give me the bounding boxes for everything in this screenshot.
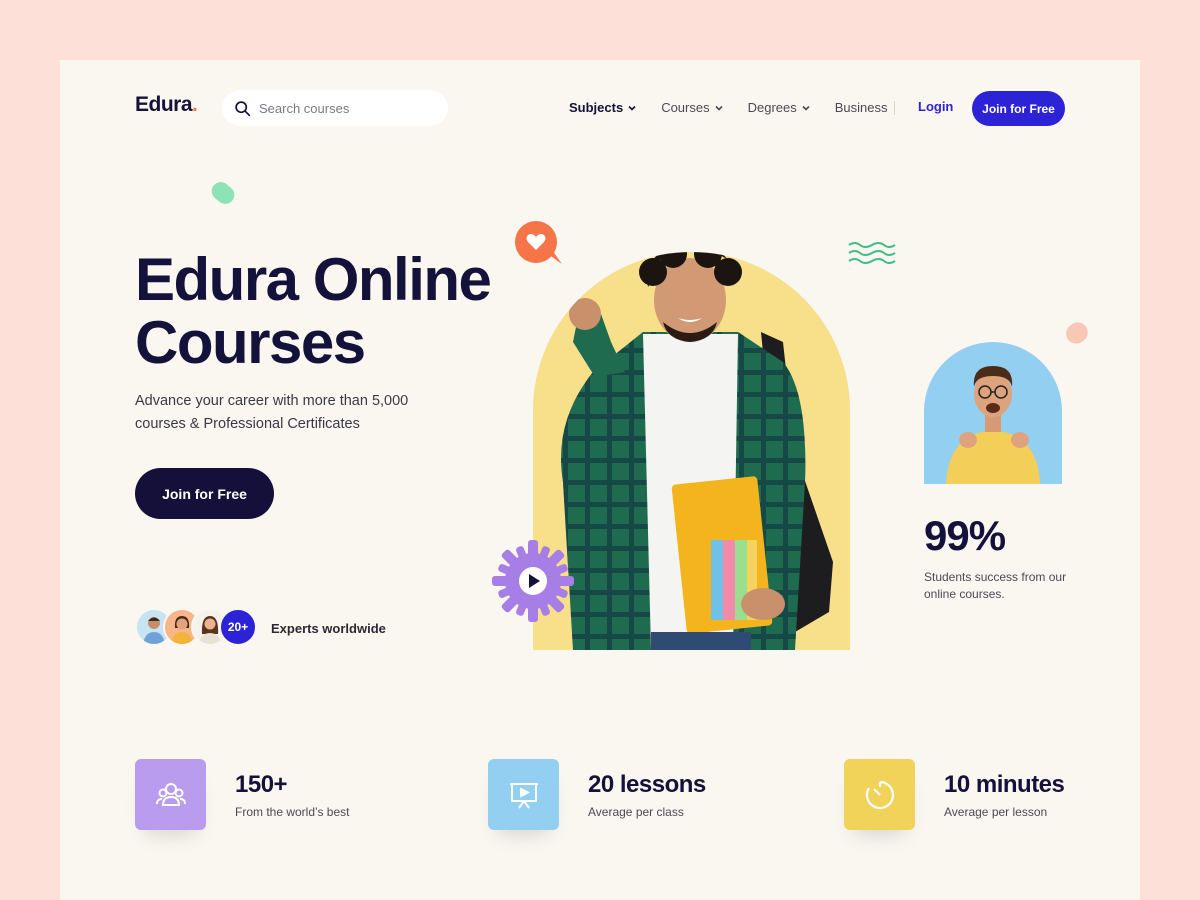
- experts-avatars: 20+: [135, 608, 257, 646]
- play-video-icon[interactable]: [490, 538, 576, 624]
- nav-divider: [894, 101, 895, 115]
- nav-business[interactable]: Business: [835, 100, 888, 115]
- brand-dot: .: [192, 93, 198, 116]
- stat-minutes: 10 minutes Average per lesson: [844, 759, 1065, 830]
- stat-icon-tile: [488, 759, 559, 830]
- success-label: Students success from our online courses…: [924, 570, 1067, 601]
- stat-lessons: 20 lessons Average per class: [488, 759, 706, 830]
- brand-name: Edura: [135, 93, 193, 116]
- success-student-image: [924, 342, 1062, 484]
- timer-icon: [865, 780, 894, 809]
- join-free-hero-button[interactable]: Join for Free: [135, 468, 274, 519]
- nav-business-label: Business: [834, 100, 888, 115]
- presentation-icon: [509, 782, 538, 809]
- decor-green-pill: [208, 178, 238, 208]
- nav-subjects-label: Subjects: [569, 100, 624, 115]
- stat-label: Average per lesson: [944, 804, 1048, 819]
- chevron-down-icon: [802, 105, 810, 111]
- chevron-down-icon: [715, 105, 723, 111]
- stat-icon-tile: [135, 759, 206, 830]
- pointing-student-illustration: [946, 366, 1040, 484]
- nav-courses-label: Courses: [661, 100, 710, 115]
- success-percentage: 99%: [924, 512, 1006, 559]
- stat-value: 10 minutes: [944, 770, 1065, 798]
- nav-subjects[interactable]: Subjects: [569, 100, 637, 115]
- search-icon: [235, 100, 251, 116]
- brand-logo[interactable]: Edura.: [135, 93, 198, 117]
- nav-degrees-label: Degrees: [747, 100, 797, 115]
- hero-title: Edura Online Courses: [135, 248, 515, 374]
- heart-bubble-icon: [515, 221, 562, 264]
- nav-courses[interactable]: Courses: [661, 100, 723, 115]
- experts-count-badge: 20+: [219, 608, 257, 646]
- stat-experts: 150+ From the world’s best: [135, 759, 350, 830]
- stat-value: 150+: [235, 770, 288, 798]
- main-nav: Subjects Courses Degrees Business: [569, 100, 912, 115]
- waves-decor-icon: [848, 242, 896, 264]
- student-illustration: [561, 252, 833, 650]
- login-link[interactable]: Login: [918, 99, 953, 114]
- chevron-down-icon: [628, 105, 636, 111]
- stat-label: From the world’s best: [235, 804, 350, 819]
- stat-label: Average per class: [588, 804, 684, 819]
- landing-card: Edura. Subjects Courses Degrees Business…: [60, 60, 1140, 900]
- decor-pink-pill: [1062, 318, 1092, 348]
- hero-title-line-1: Edura Online: [135, 246, 492, 313]
- search-bar[interactable]: [222, 90, 448, 126]
- join-free-header-button[interactable]: Join for Free: [972, 91, 1065, 126]
- stat-icon-tile: [844, 759, 915, 830]
- stat-value: 20 lessons: [588, 770, 706, 798]
- hero-subtitle: Advance your career with more than 5,000…: [135, 393, 409, 432]
- hero-student-image: [533, 252, 850, 650]
- experts-label: Experts worldwide: [271, 621, 386, 636]
- hero-title-line-2: Courses: [135, 309, 366, 376]
- nav-degrees[interactable]: Degrees: [748, 100, 811, 115]
- users-icon: [155, 782, 186, 806]
- search-input[interactable]: [259, 100, 419, 116]
